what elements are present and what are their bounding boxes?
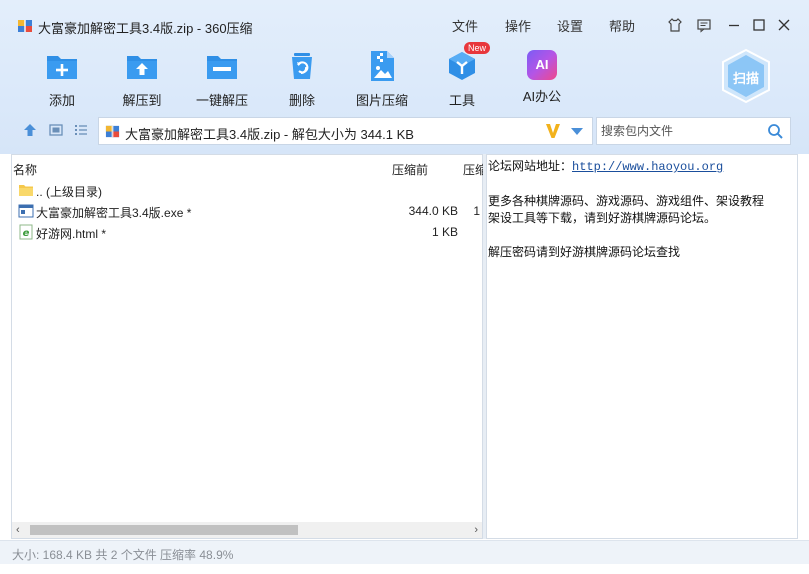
file-name: .. (上级目录) [36, 185, 102, 199]
window-title: 大富豪加解密工具3.4版.zip - 360压缩 [38, 21, 253, 36]
zip-archive-icon [18, 20, 32, 32]
exe-file-icon [18, 204, 34, 218]
ai-office-icon: AI [527, 50, 557, 80]
file-size: 344.0 KB [408, 204, 458, 218]
menu-file[interactable]: 文件 [452, 16, 478, 35]
delete-icon [284, 48, 320, 84]
comment-spacer [488, 227, 797, 244]
address-path: 大富豪加解密工具3.4版.zip - 解包大小为 344.1 KB [125, 127, 414, 142]
feedback-icon[interactable] [696, 17, 712, 33]
close-icon[interactable] [776, 17, 792, 33]
extract-to-label: 解压到 [122, 93, 162, 108]
file-list-pane: 名称 压缩前 压缩 .. (上级目录) 大富豪加解密工具3.4版.exe * 3… [11, 154, 487, 539]
extract-to-button[interactable]: 解压到 [102, 44, 182, 109]
file-row-exe[interactable]: 大富豪加解密工具3.4版.exe * 344.0 KB 1 [16, 201, 482, 221]
search-icon[interactable] [767, 123, 784, 140]
verified-v-icon[interactable] [545, 122, 561, 140]
folder-icon [19, 185, 33, 196]
image-compress-icon [364, 48, 400, 84]
ai-office-button[interactable]: AI AI办公 [502, 44, 582, 105]
scan-label: 扫描 [732, 71, 759, 86]
address-bar[interactable]: 大富豪加解密工具3.4版.zip - 解包大小为 344.1 KB [98, 117, 593, 145]
comment-line-2: 更多各种棋牌源码、游戏源码、游戏组件、架设教程 [488, 194, 765, 208]
scrollbar-thumb[interactable] [30, 525, 298, 535]
zip-archive-icon [105, 125, 120, 138]
extract-to-icon [124, 48, 160, 84]
tools-button[interactable]: New 工具 [422, 42, 502, 109]
file-row-html[interactable]: e 好游网.html * 1 KB [16, 222, 482, 242]
menu-help[interactable]: 帮助 [609, 16, 635, 35]
image-compress-label: 图片压缩 [355, 93, 408, 108]
comment-line-4: 解压密码请到好游棋牌源码论坛查找 [488, 245, 681, 259]
search-input[interactable] [601, 123, 761, 139]
comment-line-1: 论坛网站地址：http://www.haoyou.org [488, 158, 797, 176]
comment-line-3: 架设工具等下载，请到好游棋牌源码论坛。 [488, 211, 717, 225]
file-name: 大富豪加解密工具3.4版.exe * [36, 206, 192, 220]
maximize-icon[interactable] [751, 17, 767, 33]
one-click-extract-icon [204, 48, 240, 84]
app-window: 大富豪加解密工具3.4版.zip - 360压缩 文件 操作 设置 帮助 添加 … [0, 0, 809, 574]
file-row-parent[interactable]: .. (上级目录) [16, 180, 482, 200]
tools-label: 工具 [448, 93, 475, 108]
delete-label: 删除 [288, 93, 315, 108]
thumbnail-view-icon[interactable] [48, 122, 64, 138]
archive-comment-pane: 论坛网站地址：http://www.haoyou.org 更多各种棋牌源码、游戏… [486, 154, 798, 539]
file-size: 1 KB [431, 225, 458, 239]
add-label: 添加 [48, 93, 75, 108]
status-text: 大小: 168.4 KB 共 2 个文件 压缩率 48.9% [12, 548, 234, 562]
horizontal-scrollbar[interactable]: ‹ › [12, 522, 482, 538]
list-view-icon[interactable] [73, 122, 89, 138]
minimize-icon[interactable] [726, 17, 742, 33]
address-dropdown-icon[interactable] [571, 128, 583, 135]
delete-button[interactable]: 删除 [262, 44, 342, 109]
one-click-extract-label: 一键解压 [195, 93, 248, 108]
main-toolbar: 添加 解压到 一键解压 删除 图片压缩 New 工具 AI AI办公 [0, 42, 700, 114]
menu-settings[interactable]: 设置 [557, 16, 583, 35]
ai-icon-text: AI [535, 57, 549, 72]
skin-icon[interactable] [667, 17, 683, 33]
status-bar: 大小: 168.4 KB 共 2 个文件 压缩率 48.9% [0, 540, 809, 564]
search-box[interactable] [596, 117, 791, 145]
comment-spacer [488, 176, 797, 193]
tools-icon: New [444, 42, 491, 84]
title-bar: 大富豪加解密工具3.4版.zip - 360压缩 文件 操作 设置 帮助 [0, 0, 809, 36]
file-compressed-size: 1 [473, 204, 480, 218]
image-compress-button[interactable]: 图片压缩 [342, 44, 422, 109]
column-size-before[interactable]: 压缩前 [392, 161, 428, 178]
add-button[interactable]: 添加 [22, 44, 102, 109]
scan-button[interactable]: 扫描 [720, 48, 772, 104]
column-name[interactable]: 名称 [13, 161, 37, 178]
up-level-icon[interactable] [22, 122, 38, 138]
comment-forum-label: 论坛网站地址： [488, 159, 573, 173]
svg-text:e: e [23, 228, 30, 239]
new-badge: New [464, 42, 491, 54]
html-file-icon: e [19, 224, 33, 240]
add-icon [44, 48, 80, 84]
scroll-right-icon[interactable]: › [474, 524, 478, 536]
ai-office-label: AI办公 [522, 89, 562, 104]
comment-forum-link[interactable]: http://www.haoyou.org [572, 160, 723, 174]
one-click-extract-button[interactable]: 一键解压 [182, 44, 262, 109]
menu-operate[interactable]: 操作 [505, 16, 531, 35]
file-name: 好游网.html * [36, 227, 107, 241]
scroll-left-icon[interactable]: ‹ [16, 524, 20, 536]
